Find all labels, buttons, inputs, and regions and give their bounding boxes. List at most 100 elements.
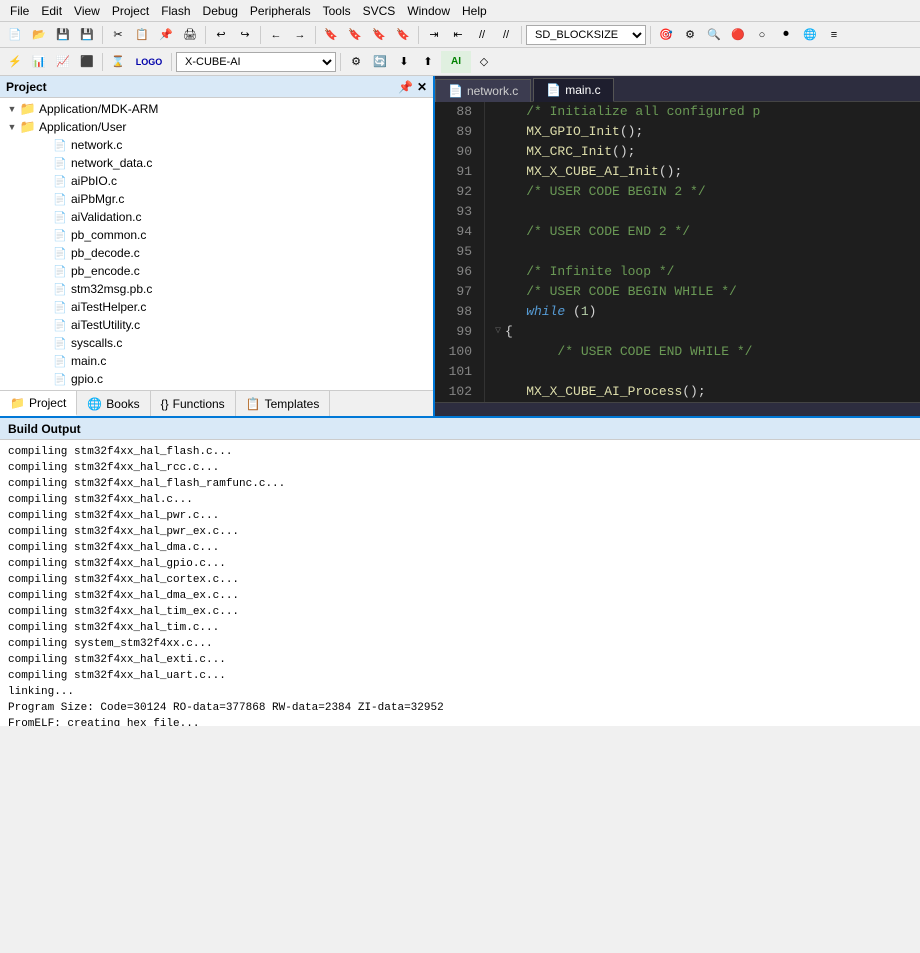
tb2-btn5[interactable]: ⌛ (107, 51, 129, 73)
close-icon[interactable]: ✕ (417, 80, 427, 94)
build-output-line: compiling stm32f4xx_hal_dma.c... (8, 540, 912, 556)
tb2-ai[interactable]: AI (441, 51, 471, 73)
tb2-translate[interactable]: 🔄 (369, 51, 391, 73)
target-btn7[interactable]: 🌐 (799, 24, 821, 46)
symbol-dropdown[interactable]: SD_BLOCKSIZE (526, 25, 646, 45)
outdent-btn[interactable]: ⇤ (447, 24, 469, 46)
comment-btn[interactable]: // (471, 24, 493, 46)
bookmark3-btn[interactable]: 🔖 (368, 24, 390, 46)
tree-item-aipbmgr[interactable]: 📄 aiPbMgr.c (0, 190, 433, 208)
tab-main-c[interactable]: 📄 main.c (533, 78, 613, 102)
tree-label-aitesthelper: aiTestHelper.c (71, 300, 146, 314)
horizontal-scrollbar[interactable] (435, 402, 920, 416)
save-btn[interactable]: 💾 (52, 24, 74, 46)
project-tree[interactable]: ▼ 📁 Application/MDK-ARM ▼ 📁 Application/… (0, 98, 433, 390)
target-btn1[interactable]: 🎯 (655, 24, 677, 46)
menu-debug[interactable]: Debug (197, 2, 244, 20)
tab-functions[interactable]: {} Functions (151, 391, 236, 416)
tree-item-gpio[interactable]: 📄 gpio.c (0, 370, 433, 388)
tree-item-pbdecode[interactable]: 📄 pb_decode.c (0, 244, 433, 262)
bookmark4-btn[interactable]: 🔖 (392, 24, 414, 46)
tree-item-pbcommon[interactable]: 📄 pb_common.c (0, 226, 433, 244)
tree-item-appuser[interactable]: ▼ 📁 Application/User (0, 118, 433, 136)
cut-btn[interactable]: ✂ (107, 24, 129, 46)
target-btn4[interactable]: 🔴 (727, 24, 749, 46)
line-num-98: 98 (435, 302, 485, 322)
tab-templates[interactable]: 📋 Templates (236, 391, 331, 416)
tree-label-mdkarm: Application/MDK-ARM (39, 102, 158, 116)
tree-item-stm32msg[interactable]: 📄 stm32msg.pb.c (0, 280, 433, 298)
target-btn8[interactable]: ≡ (823, 24, 845, 46)
build-output-line: compiling stm32f4xx_hal_cortex.c... (8, 572, 912, 588)
tree-label-pbdecode: pb_decode.c (71, 246, 140, 260)
build-output-content[interactable]: compiling stm32f4xx_hal_flash.c...compil… (0, 440, 920, 726)
project-dropdown[interactable]: X-CUBE-AI (176, 52, 336, 72)
tree-item-mdkarm[interactable]: ▼ 📁 Application/MDK-ARM (0, 100, 433, 118)
tree-item-syscalls[interactable]: 📄 syscalls.c (0, 334, 433, 352)
tab-network-c[interactable]: 📄 network.c (435, 79, 531, 102)
menu-peripherals[interactable]: Peripherals (244, 2, 317, 20)
expander-mdkarm[interactable]: ▼ (4, 101, 20, 117)
tree-item-aitestutility[interactable]: 📄 aiTestUtility.c (0, 316, 433, 334)
redo-btn[interactable]: ↪ (234, 24, 256, 46)
tab-books[interactable]: 🌐 Books (77, 391, 150, 416)
menu-project[interactable]: Project (106, 2, 155, 20)
expander-appuser[interactable]: ▼ (4, 119, 20, 135)
menu-help[interactable]: Help (456, 2, 493, 20)
code-editor[interactable]: 88 /* Initialize all configured p 89 MX_… (435, 102, 920, 402)
tb2-download[interactable]: ⬇ (393, 51, 415, 73)
nav-back-btn[interactable]: ← (265, 24, 287, 46)
tree-item-aivalidation[interactable]: 📄 aiValidation.c (0, 208, 433, 226)
tb2-btn4[interactable]: ⬛ (76, 51, 98, 73)
copy-btn[interactable]: 📋 (131, 24, 153, 46)
menu-flash[interactable]: Flash (155, 2, 196, 20)
tree-label-gpio: gpio.c (71, 372, 103, 386)
menu-window[interactable]: Window (401, 2, 456, 20)
uncomment-btn[interactable]: // (495, 24, 517, 46)
collapse-99[interactable]: ▽ (495, 322, 501, 342)
tb2-btn3[interactable]: 📈 (52, 51, 74, 73)
line-content-99: ▽{ (485, 322, 920, 342)
menu-file[interactable]: File (4, 2, 35, 20)
tb2-diamond[interactable]: ◇ (473, 51, 495, 73)
indent-btn[interactable]: ⇥ (423, 24, 445, 46)
tree-item-aitesthelper[interactable]: 📄 aiTestHelper.c (0, 298, 433, 316)
tab-project[interactable]: 📁 Project (0, 391, 77, 416)
menu-svcs[interactable]: SVCS (357, 2, 402, 20)
menu-edit[interactable]: Edit (35, 2, 68, 20)
tree-item-main[interactable]: 📄 main.c (0, 352, 433, 370)
tb2-upload[interactable]: ⬆ (417, 51, 439, 73)
save-all-btn[interactable]: 💾 (76, 24, 98, 46)
target-btn6[interactable]: ⏺ (775, 24, 797, 46)
main-layout: Project 📌 ✕ ▼ 📁 Application/MDK-ARM ▼ 📁 … (0, 76, 920, 416)
paste-btn[interactable]: 📌 (155, 24, 177, 46)
tb2-btn2[interactable]: 📊 (28, 51, 50, 73)
menu-tools[interactable]: Tools (317, 2, 357, 20)
code-line-102: 102 MX_X_CUBE_AI_Process(); (435, 382, 920, 402)
target-btn3[interactable]: 🔍 (703, 24, 725, 46)
pin-icon[interactable]: 📌 (398, 80, 413, 94)
tb2-logo[interactable]: LOGO (131, 51, 167, 73)
print-btn[interactable]: 🖨 (179, 24, 201, 46)
open-btn[interactable]: 📂 (28, 24, 50, 46)
target-btn2[interactable]: ⚙ (679, 24, 701, 46)
tb2-settings[interactable]: ⚙ (345, 51, 367, 73)
menu-view[interactable]: View (68, 2, 106, 20)
tb2-btn1[interactable]: ⚡ (4, 51, 26, 73)
tree-item-network[interactable]: 📄 network.c (0, 136, 433, 154)
code-line-101: 101 (435, 362, 920, 382)
tree-item-aipbio[interactable]: 📄 aiPbIO.c (0, 172, 433, 190)
line-num-102: 102 (435, 382, 485, 402)
bookmark2-btn[interactable]: 🔖 (344, 24, 366, 46)
tab-label-main: main.c (565, 83, 600, 97)
undo-btn[interactable]: ↩ (210, 24, 232, 46)
tree-label-aipbmgr: aiPbMgr.c (71, 192, 124, 206)
project-panel: Project 📌 ✕ ▼ 📁 Application/MDK-ARM ▼ 📁 … (0, 76, 435, 416)
target-btn5[interactable]: ○ (751, 24, 773, 46)
tree-item-pbencode[interactable]: 📄 pb_encode.c (0, 262, 433, 280)
bookmark-btn[interactable]: 🔖 (320, 24, 342, 46)
new-btn[interactable]: 📄 (4, 24, 26, 46)
tree-item-network-data[interactable]: 📄 network_data.c (0, 154, 433, 172)
nav-fwd-btn[interactable]: → (289, 24, 311, 46)
code-line-97: 97 /* USER CODE BEGIN WHILE */ (435, 282, 920, 302)
